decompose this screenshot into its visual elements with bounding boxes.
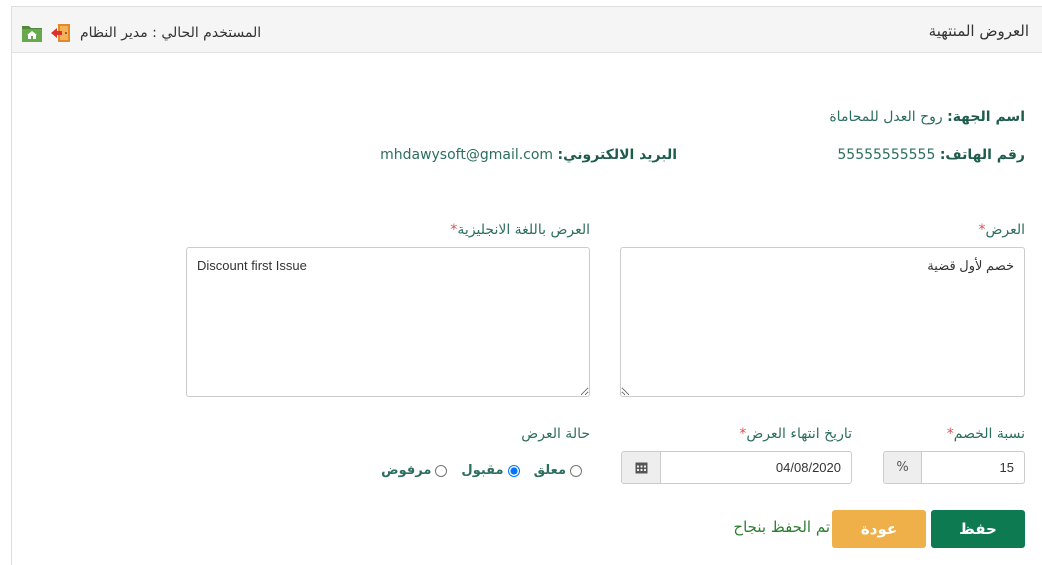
- phone-value: 55555555555: [837, 147, 936, 163]
- offer-label: العرض*: [978, 222, 1025, 238]
- entity-name: اسم الجهة: روح العدل للمحاماة: [829, 109, 1025, 125]
- expiry-date-input[interactable]: [660, 451, 852, 484]
- entity-name-value: روح العدل للمحاماة: [829, 109, 943, 125]
- status-radio-rejected[interactable]: [435, 464, 448, 477]
- required-mark: *: [946, 426, 954, 442]
- status-radio-group: معلق مقبول مرفوض: [381, 463, 582, 478]
- user-info: المستخدم الحالي : مدير النظام: [20, 22, 261, 44]
- percent-addon: %: [883, 451, 922, 484]
- success-message: تم الحفظ بنجاح: [733, 518, 830, 536]
- status-option-pending[interactable]: معلق: [534, 463, 582, 478]
- status-label: حالة العرض: [521, 426, 590, 442]
- discount-label: نسبة الخصم*: [946, 426, 1025, 442]
- status-option-rejected[interactable]: مرفوض: [381, 463, 448, 478]
- entity-email: البريد الالكتروني: mhdawysoft@gmail.com: [380, 147, 677, 163]
- panel-header: العروض المنتهية المستخدم الحالي : مدير ا…: [12, 7, 1042, 53]
- logout-icon[interactable]: [50, 22, 74, 44]
- status-option-accepted[interactable]: مقبول: [461, 463, 520, 478]
- email-label: البريد الالكتروني:: [557, 147, 677, 163]
- status-radio-pending[interactable]: [570, 464, 582, 477]
- home-icon[interactable]: [20, 22, 44, 44]
- save-button[interactable]: حفظ: [931, 510, 1025, 548]
- expiry-label: تاريخ انتهاء العرض*: [739, 426, 852, 442]
- entity-name-label: اسم الجهة:: [947, 109, 1025, 125]
- discount-input[interactable]: [921, 451, 1025, 484]
- calendar-button[interactable]: [621, 451, 661, 484]
- phone-label: رقم الهاتف:: [939, 147, 1025, 163]
- current-user-label: المستخدم الحالي : مدير النظام: [80, 25, 262, 41]
- offer-textarea[interactable]: خصم لأول قضية: [620, 247, 1025, 397]
- offer-en-textarea[interactable]: Discount first Issue: [186, 247, 590, 397]
- email-value: mhdawysoft@gmail.com: [380, 147, 554, 163]
- page-title: العروض المنتهية: [928, 22, 1029, 40]
- status-radio-accepted[interactable]: [507, 464, 520, 477]
- calendar-icon: [635, 462, 647, 474]
- entity-phone: رقم الهاتف: 55555555555: [837, 147, 1025, 163]
- offer-en-label: العرض باللغة الانجليزية*: [450, 222, 590, 238]
- back-button[interactable]: عودة: [832, 510, 926, 548]
